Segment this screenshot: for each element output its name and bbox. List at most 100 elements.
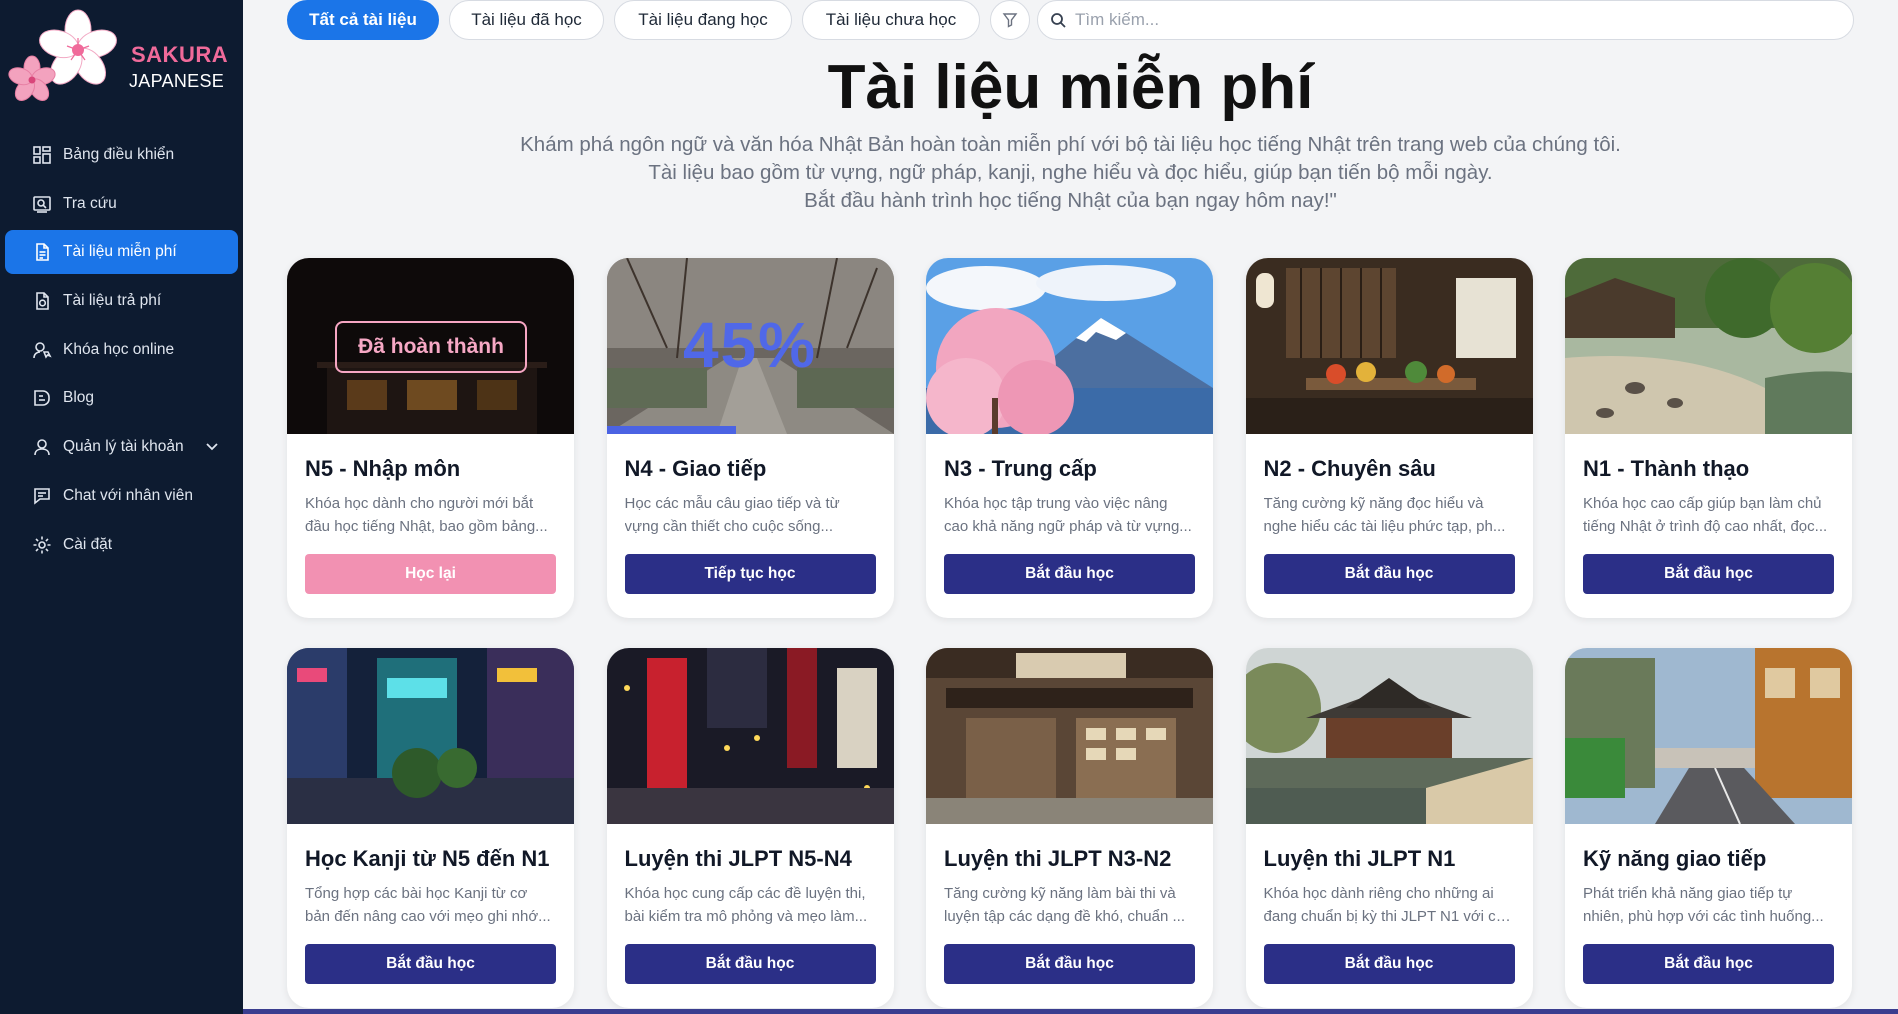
course-icon [31,339,53,361]
page-title: Tài liệu miễn phí [827,53,1314,122]
sidebar-item-label: Bảng điều khiển [63,146,175,163]
brand-name: SAKURA [131,42,229,67]
course-card[interactable]: Đã hoàn thành N5 - Nhập môn Khóa học dàn… [287,258,574,618]
start-button[interactable]: Bắt đầu học [944,554,1195,594]
filter-toggle-button[interactable] [990,0,1030,40]
course-description: Học các mẫu câu giao tiếp và từ vựng cần… [625,493,877,538]
course-description-line: nhiên, phù hợp với các tình huống... [1583,907,1824,925]
start-button[interactable]: Bắt đầu học [944,944,1195,984]
sidebar-item-settings[interactable]: Cài đặt [5,523,238,567]
filter-bar: Tất cả tài liệu Tài liệu đã học Tài liệu… [287,0,1040,40]
course-description-line: Phát triển khả năng giao tiếp tự [1583,885,1793,902]
course-card[interactable]: 45% N4 - Giao tiếp Học các mẫu câu giao … [606,258,894,618]
course-thumbnail: Đã hoàn thành [287,258,574,434]
filter-icon [1002,13,1018,28]
course-card[interactable]: Luyện thi JLPT N5-N4 Khóa học cung cấp c… [606,648,894,1008]
course-title: Kỹ năng giao tiếp [1583,846,1767,871]
dashboard-icon [31,144,53,166]
sidebar-item-label: Blog [63,389,95,407]
sidebar-item-label: Tài liệu trả phí [63,292,162,310]
course-card[interactable]: Luyện thi JLPT N3-N2 Tăng cường kỹ năng … [926,648,1213,1008]
start-button[interactable]: Bắt đầu học [1263,944,1515,984]
sidebar-item-online-course[interactable]: Khóa học online [5,328,238,372]
course-title: N1 - Thành thạo [1583,456,1750,481]
course-description: Tăng cường kỹ năng đọc hiểu và nghe hiểu… [1264,493,1516,538]
sidebar-item-free-documents[interactable]: Tài liệu miễn phí [5,230,238,275]
start-button[interactable]: Bắt đầu học [305,944,556,984]
course-thumbnail [926,648,1213,824]
course-title: N5 - Nhập môn [305,456,461,481]
course-description-line: nghe hiểu các tài liệu phức tạp, ph... [1263,517,1506,535]
sidebar-item-account-management[interactable]: Quản lý tài khoản [5,425,238,469]
progress-percent: 45% [682,309,818,381]
course-title: N2 - Chuyên sâu [1263,456,1436,481]
course-description-line: Khóa học cung cấp các đề luyện thi, [624,885,866,902]
filter-not-learned-button[interactable]: Tài liệu chưa học [802,0,980,40]
chat-icon [31,485,53,507]
sidebar-item-label: Chat với nhân viên [63,486,193,504]
course-description: Phát triển khả năng giao tiếp tự nhiên, … [1583,883,1835,928]
sidebar-nav: Bảng điều khiển Tra cứu Tài liệu miễn ph… [0,133,243,571]
sakura-flower-icon [8,9,117,101]
course-title: Luyện thi JLPT N5-N4 [624,846,852,871]
course-description: Khóa học dành riêng cho những ai đang ch… [1264,883,1516,928]
course-description-line: tiếng Nhật ở trình độ cao nhất, đọc... [1583,517,1828,535]
retake-button[interactable]: Học lại [305,554,556,594]
document-icon [31,241,53,263]
course-grid: Đã hoàn thành N5 - Nhập môn Khóa học dàn… [287,258,1854,1008]
course-description-line: Tổng hợp các bài học Kanji từ cơ [305,885,528,902]
course-description: Khóa học dành cho người mới bắt đầu học … [305,493,557,538]
course-description-line: Khóa học tập trung vào việc nâng [944,495,1168,512]
filter-learning-button[interactable]: Tài liệu đang học [614,0,792,40]
sidebar-item-lookup[interactable]: Tra cứu [5,182,238,226]
course-description-line: vựng cần thiết cho cuộc sống... [624,517,834,535]
sidebar-item-label: Tài liệu miễn phí [63,243,177,261]
completed-badge: Đã hoàn thành [335,321,527,373]
start-button[interactable]: Bắt đầu học [1583,944,1834,984]
course-thumbnail [926,258,1213,434]
course-title: N3 - Trung cấp [944,456,1097,481]
search-box [1037,0,1854,40]
course-description-line: đầu học tiếng Nhật, bao gồm bảng... [305,517,548,535]
course-thumbnail [287,648,574,824]
start-button[interactable]: Bắt đầu học [1583,554,1834,594]
course-description-line: Khóa học dành cho người mới bắt [305,495,534,512]
course-card[interactable]: N1 - Thành thạo Khóa học cao cấp giúp bạ… [1565,258,1852,618]
course-description-line: Học các mẫu câu giao tiếp và từ [624,495,840,512]
course-description-line: Tăng cường kỹ năng đọc hiểu và [1263,495,1484,512]
course-description-line: cao khả năng ngữ pháp và từ vựng... [944,517,1192,535]
course-description-line: bản đến nâng cao với mẹo ghi nhớ... [305,907,551,925]
sidebar-item-label: Tra cứu [63,194,117,212]
brand-logo[interactable]: SAKURA JAPANESE [8,8,238,113]
lookup-icon [31,193,53,215]
course-card[interactable]: Học Kanji từ N5 đến N1 Tổng hợp các bài … [287,648,574,1008]
chevron-down-icon[interactable] [204,438,220,454]
course-description-line: đang chuẩn bị kỳ thi JLPT N1 với cá... [1263,907,1516,925]
search-input[interactable] [1075,10,1835,30]
gear-icon [31,534,53,556]
course-card[interactable]: N3 - Trung cấp Khóa học tập trung vào vi… [926,258,1213,618]
course-description: Tăng cường kỹ năng làm bài thi và luyện … [944,883,1196,928]
sidebar-item-label: Khóa học online [63,340,175,358]
sidebar-item-paid-documents[interactable]: Tài liệu trả phí [5,279,238,323]
filter-learned-button[interactable]: Tài liệu đã học [449,0,604,40]
page-description: Khám phá ngôn ngữ và văn hóa Nhật Bản ho… [243,131,1898,215]
course-title: Học Kanji từ N5 đến N1 [305,846,550,871]
course-thumbnail [1245,258,1533,434]
course-card[interactable]: Luyện thi JLPT N1 Khóa học dành riêng ch… [1245,648,1533,1008]
course-description-line: Khóa học dành riêng cho những ai [1263,885,1494,902]
sidebar-item-dashboard[interactable]: Bảng điều khiển [5,133,238,177]
course-card[interactable]: Kỹ năng giao tiếp Phát triển khả năng gi… [1565,648,1852,1008]
start-button[interactable]: Bắt đầu học [624,944,876,984]
sidebar-item-blog[interactable]: Blog [5,376,238,420]
course-card[interactable]: N2 - Chuyên sâu Tăng cường kỹ năng đọc h… [1245,258,1533,618]
blog-icon [31,387,53,409]
course-title: N4 - Giao tiếp [624,456,767,481]
filter-all-button[interactable]: Tất cả tài liệu [287,0,439,40]
start-button[interactable]: Bắt đầu học [1263,554,1515,594]
sidebar-item-label: Cài đặt [63,535,113,553]
course-description-line: Tăng cường kỹ năng làm bài thi và [944,885,1176,902]
sidebar-item-chat[interactable]: Chat với nhân viên [5,474,238,518]
course-description: Khóa học tập trung vào việc nâng cao khả… [944,493,1196,538]
continue-button[interactable]: Tiếp tục học [624,554,876,594]
